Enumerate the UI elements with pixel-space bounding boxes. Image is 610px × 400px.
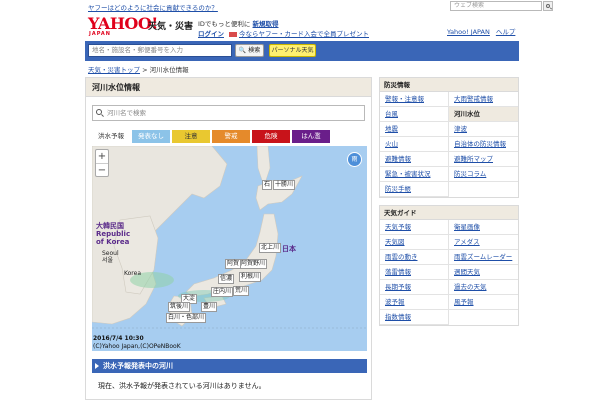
zoom-control: + − [95, 149, 109, 177]
river-search-input[interactable]: 河川名で検索 [92, 105, 365, 121]
legend-item-warning: 警戒 [212, 130, 250, 143]
sidebar-item-tsunami[interactable]: 津波 [449, 122, 518, 137]
legend-label: 洪水予報 [98, 132, 124, 140]
sidebar-item-forecast[interactable]: 天気予報 [380, 220, 449, 235]
breadcrumb: 天気・災害トップ > 河川水位情報 [88, 66, 189, 74]
legend-item-none: 発表なし [132, 130, 170, 143]
sidebar-item-lightning[interactable]: 落雷情報 [380, 265, 449, 280]
river-map[interactable]: + − 雨 大韓民国 Republic of Korea Seoul 서울 日本 Ko… [92, 146, 367, 351]
promo-link[interactable]: ヤフーはどのように社会に貢献できるのか？ [88, 2, 218, 12]
sidebar-item-column[interactable]: 防災コラム [449, 167, 518, 182]
river-marker[interactable]: 筑後川 [168, 302, 191, 312]
sidebar-item-wave[interactable]: 波予報 [380, 295, 449, 310]
river-marker[interactable]: 庄内川 [211, 287, 234, 297]
sidebar-item-rain-cloud[interactable]: 雨雲の動き [380, 250, 449, 265]
sidebar-item-volcano[interactable]: 火山 [380, 137, 449, 152]
river-marker[interactable]: 阿賀 [225, 259, 242, 269]
zoom-in-button[interactable]: + [96, 150, 108, 163]
location-search-bar: 地名・施設名・郵便番号を入力 🔍 検索 パーソナル天気 [85, 41, 519, 61]
web-search-button[interactable] [543, 1, 553, 11]
login-row: ログイン 今ならヤフー・カード入会で全員プレゼント [198, 28, 369, 38]
legend-item-flood: はん濫 [292, 130, 330, 143]
weather-guide-box: 天気ガイド 天気予報 衛星画像 天気図 アメダス 雨雲の動き 雨雲ズームレーダー… [379, 205, 519, 326]
sidebar-item-heavy-rain[interactable]: 大雨警戒情報 [449, 92, 518, 107]
sidebar-item-river-level[interactable]: 河川水位 [449, 107, 518, 122]
card-icon [229, 31, 237, 37]
river-marker[interactable]: 北上川 [259, 243, 282, 253]
sidebar-item-past-weather[interactable]: 過去の天気 [449, 280, 518, 295]
flood-alert-header: 洪水予報発表中の河川 [92, 359, 367, 373]
river-marker[interactable]: 利根川 [239, 272, 262, 282]
zoom-out-button[interactable]: − [96, 163, 108, 176]
river-marker[interactable]: 阿賀野川 [239, 259, 268, 269]
search-button[interactable]: 🔍 検索 [235, 44, 264, 57]
flood-forecast-legend: 洪水予報 発表なし 注意 警戒 危険 はん濫 [92, 130, 367, 143]
sidebar-item-typhoon[interactable]: 台風 [380, 107, 449, 122]
sidebar-item-local-disaster[interactable]: 自治体の防災情報 [449, 137, 518, 152]
river-marker[interactable]: 十勝川 [273, 180, 296, 190]
legend-item-caution: 注意 [172, 130, 210, 143]
yahoo-top-link[interactable]: Yahoo! JAPAN [447, 28, 490, 36]
sidebar-item-warnings[interactable]: 警報・注意報 [380, 92, 449, 107]
disaster-info-links: 警報・注意報 大雨警戒情報 台風 河川水位 地震 津波 火山 自治体の防災情報 … [380, 92, 518, 197]
sidebar-item-amedas[interactable]: アメダス [449, 235, 518, 250]
service-name[interactable]: 天気・災害 [148, 19, 193, 32]
sidebar-item-weather-map[interactable]: 天気図 [380, 235, 449, 250]
sidebar-item-shelter-map[interactable]: 避難所マップ [449, 152, 518, 167]
campaign-link[interactable]: 今ならヤフー・カード入会で全員プレゼント [239, 30, 369, 38]
yahoo-logo-sub: JAPAN [89, 31, 111, 37]
personal-weather-button[interactable]: パーソナル天気 [269, 44, 316, 57]
sidebar-item-earthquake[interactable]: 地震 [380, 122, 449, 137]
sidebar-item-wind[interactable]: 風予報 [449, 295, 518, 310]
disaster-info-title: 防災情報 [380, 78, 518, 92]
page-title: 河川水位情報 [86, 78, 371, 97]
sidebar-item-satellite[interactable]: 衛星画像 [449, 220, 518, 235]
river-marker[interactable]: 白川・色部川 [166, 313, 207, 323]
header-links: Yahoo! JAPAN ヘルプ [447, 26, 521, 36]
river-marker[interactable]: 豊川 [201, 302, 218, 312]
river-marker[interactable]: 石 [262, 180, 273, 190]
login-link[interactable]: ログイン [198, 30, 224, 38]
web-search-input[interactable]: ウェブ検索 [450, 1, 542, 11]
sidebar-item-zoom-radar[interactable]: 雨雲ズームレーダー [449, 250, 518, 265]
sidebar-item-weekly[interactable]: 週間天気 [449, 265, 518, 280]
legend-item-danger: 危険 [252, 130, 290, 143]
main-panel: 河川水位情報 河川名で検索 洪水予報 発表なし 注意 警戒 危険 はん濫 + −… [85, 77, 372, 400]
sidebar-item-handbook[interactable]: 防災手帳 [380, 182, 449, 197]
help-link[interactable]: ヘルプ [496, 28, 516, 36]
map-place-label: 大韓民国 Republic of Korea [96, 222, 131, 246]
sidebar-item-long-term[interactable]: 長期予報 [380, 280, 449, 295]
river-marker[interactable]: 信濃 [218, 274, 235, 284]
map-place-label: Korea [124, 270, 142, 277]
map-timestamp: 2016/7/4 10:30 [93, 335, 144, 342]
sidebar-item-evacuation[interactable]: 避難情報 [380, 152, 449, 167]
map-land [92, 146, 367, 329]
sidebar: 防災情報 警報・注意報 大雨警戒情報 台風 河川水位 地震 津波 火山 自治体の… [379, 77, 519, 333]
triangle-right-icon [95, 363, 99, 369]
weather-guide-title: 天気ガイド [380, 206, 518, 220]
map-place-label: Seoul 서울 [102, 250, 119, 264]
top-bar: ヤフーはどのように社会に貢献できるのか？ ウェブ検索 [0, 0, 610, 12]
disaster-info-box: 防災情報 警報・注意報 大雨警戒情報 台風 河川水位 地震 津波 火山 自治体の… [379, 77, 519, 198]
sidebar-item-index[interactable]: 指数情報 [380, 310, 449, 325]
map-place-label: 日本 [282, 245, 296, 253]
weather-guide-links: 天気予報 衛星画像 天気図 アメダス 雨雲の動き 雨雲ズームレーダー 落雷情報 … [380, 220, 518, 325]
breadcrumb-current: 河川水位情報 [149, 66, 189, 74]
map-copyright: (C)Yahoo Japan,(C)OPeNBooK [93, 343, 181, 350]
rain-cloud-button[interactable]: 雨 [347, 152, 362, 167]
location-search-input[interactable]: 地名・施設名・郵便番号を入力 [88, 44, 232, 57]
login-prompt: IDでもっと便利に 新規取得 [198, 20, 279, 28]
register-link[interactable]: 新規取得 [253, 20, 279, 28]
sidebar-item-damage[interactable]: 緊急・被害状況 [380, 167, 449, 182]
river-marker[interactable]: 荒川 [233, 286, 250, 296]
flood-alert-text: 現在、洪水予報が発表されている河川はありません。 [98, 382, 266, 390]
breadcrumb-home[interactable]: 天気・災害トップ [88, 66, 140, 74]
